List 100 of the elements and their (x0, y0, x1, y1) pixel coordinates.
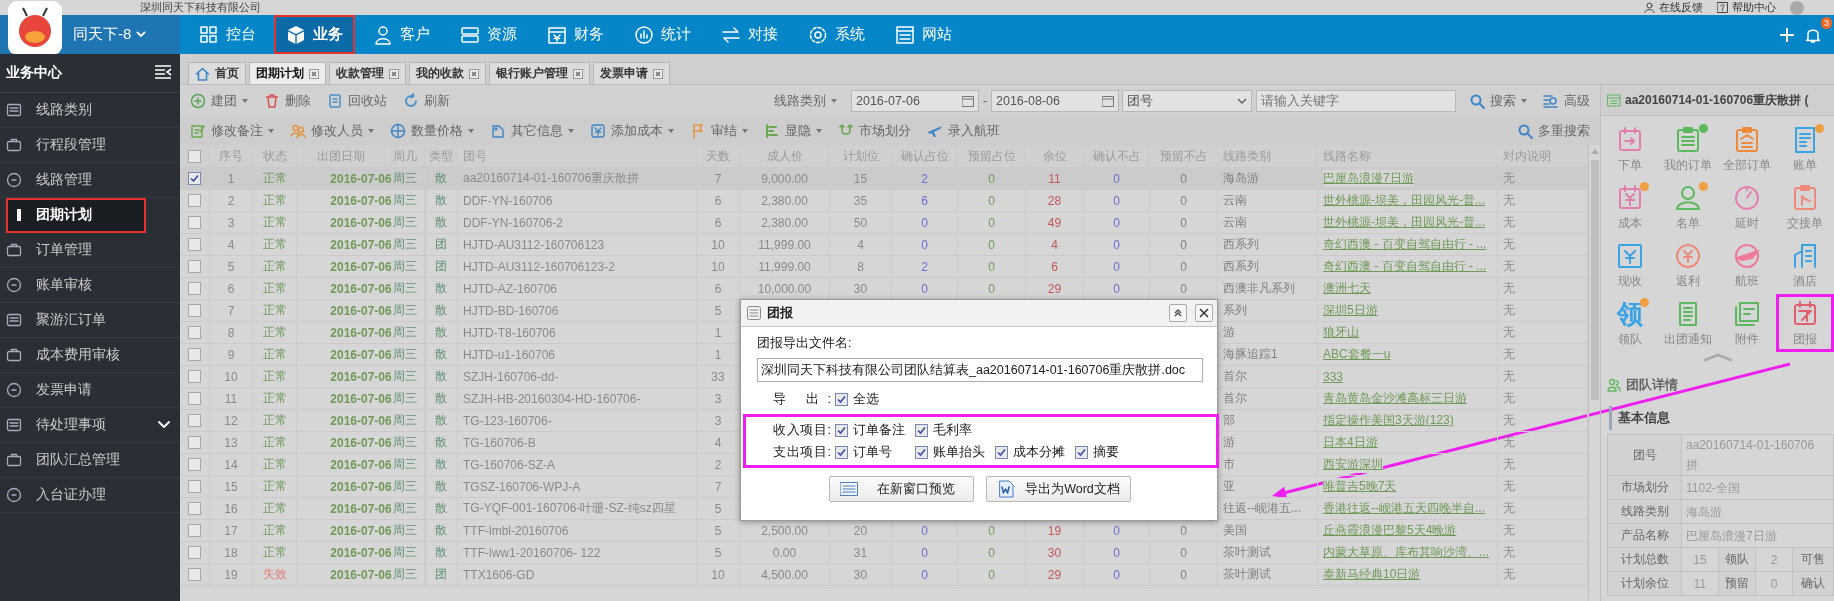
nav-tab[interactable]: 对接 (709, 15, 790, 54)
sidebar-item[interactable]: 团期计划 (6, 198, 146, 233)
top-link[interactable]: 帮助中心 (1732, 0, 1776, 15)
route-link[interactable]: 奇幻西澳 - 百变自驾自由行 - ... (1323, 236, 1487, 253)
toolbar-button[interactable]: 建团 (188, 92, 250, 110)
toolbar-button[interactable]: 录入航班 (925, 122, 1002, 140)
action-button[interactable]: 全部订单 (1717, 120, 1776, 178)
route-link[interactable]: 西安游深圳 (1323, 456, 1383, 473)
option-checkbox[interactable]: 订单号 (835, 443, 915, 461)
toolbar-button[interactable]: 市场划分 (836, 122, 913, 140)
sidebar-item[interactable]: 订单管理 (0, 233, 180, 268)
sidebar-item[interactable]: 待处理事项 (0, 408, 180, 443)
route-link[interactable]: 狼牙山 (1323, 324, 1359, 341)
checkbox[interactable] (995, 445, 1008, 459)
nav-tab[interactable]: 业务 (274, 15, 355, 54)
toolbar-button[interactable]: 修改备注 (188, 122, 276, 140)
scrollbar[interactable] (1588, 145, 1600, 601)
avatar[interactable] (1790, 0, 1804, 15)
route-link[interactable]: 巴厘岛浪漫7日游 (1323, 170, 1414, 187)
keyword-field[interactable]: 请输入关键字 (1256, 90, 1456, 112)
option-checkbox[interactable]: 毛利率 (915, 421, 995, 439)
collapse-button[interactable] (1169, 304, 1187, 322)
row-checkbox[interactable] (188, 524, 201, 537)
row-checkbox[interactable] (188, 392, 201, 405)
checkbox[interactable] (835, 445, 848, 459)
action-button[interactable]: 领 领队 (1601, 294, 1660, 352)
sidebar-item[interactable]: 发票申请 (0, 373, 180, 408)
row-checkbox[interactable] (188, 348, 201, 361)
route-link[interactable]: 世外桃源-坝美，田园风光-普... (1323, 214, 1485, 231)
sidebar-item[interactable]: 团队汇总管理 (0, 443, 180, 478)
close-icon[interactable] (469, 68, 479, 79)
nav-tab[interactable]: 财务 (535, 15, 616, 54)
row-checkbox[interactable] (188, 436, 201, 449)
sidebar-item[interactable]: 聚游汇订单 (0, 303, 180, 338)
page-tab[interactable]: 首页 (188, 62, 246, 84)
nav-tab[interactable]: 控台 (187, 15, 268, 54)
row-checkbox[interactable] (188, 414, 201, 427)
select-all-checkbox[interactable] (188, 149, 201, 163)
date-field[interactable]: 2016-08-06 (991, 90, 1119, 112)
route-link[interactable]: 唯普吉5晚7天 (1323, 478, 1397, 495)
route-link[interactable]: ABC套餐一u (1323, 346, 1391, 363)
dialog-button[interactable]: 导出为Word文档 (986, 476, 1131, 502)
action-button[interactable]: 成本 (1601, 178, 1660, 236)
action-button[interactable]: 现收 (1601, 236, 1660, 294)
route-link[interactable]: 奇幻西澳 - 百变自驾自由行 - ... (1323, 258, 1487, 275)
route-link[interactable]: 深圳5日游 (1323, 302, 1378, 319)
action-button[interactable]: 航班 (1717, 236, 1776, 294)
close-icon[interactable] (389, 68, 399, 79)
row-checkbox[interactable] (188, 546, 201, 559)
option-checkbox[interactable]: 成本分摊 (995, 443, 1075, 461)
toolbar-button[interactable]: 添加成本 (588, 122, 676, 140)
row-checkbox[interactable] (188, 216, 201, 229)
close-button[interactable] (1195, 304, 1213, 322)
page-tab[interactable]: 发票申请 (593, 62, 670, 84)
toolbar-button[interactable]: 数量价格 (388, 122, 476, 140)
option-checkbox[interactable]: 订单备注 (835, 421, 915, 439)
category-dropdown[interactable]: 线路类别 (772, 92, 839, 110)
advanced-search-button[interactable]: 高级 (1541, 92, 1592, 110)
toolbar-button[interactable]: 修改人员 (288, 122, 376, 140)
row-checkbox[interactable] (188, 172, 201, 185)
multi-search-button[interactable]: 多重搜索 (1516, 122, 1592, 140)
route-link[interactable]: 指定操作美国3天游(123) (1323, 412, 1454, 429)
checkbox[interactable] (835, 423, 848, 437)
action-button[interactable]: 返利 (1659, 236, 1718, 294)
action-button[interactable]: 名单 (1659, 178, 1718, 236)
route-link[interactable]: 世外桃源-坝美，田园风光-普... (1323, 192, 1485, 209)
route-link[interactable]: 青岛黄岛金沙滩高标三日游 (1323, 390, 1467, 407)
route-link[interactable]: 澳洲七天 (1323, 280, 1371, 297)
row-checkbox[interactable] (188, 304, 201, 317)
page-tab[interactable]: 我的收款 (409, 62, 486, 84)
top-link[interactable]: 在线反馈 (1659, 0, 1703, 15)
nav-tab[interactable]: 客户 (361, 15, 442, 54)
action-button[interactable]: 交接单 (1775, 178, 1834, 236)
row-checkbox[interactable] (188, 502, 201, 515)
checkbox[interactable] (1075, 445, 1088, 459)
row-checkbox[interactable] (188, 238, 201, 251)
toolbar-button[interactable]: 其它信息 (488, 122, 576, 140)
filename-field[interactable]: 深圳同天下科技有限公司团队结算表_aa20160714-01-160706重庆散拼.doc (757, 358, 1203, 382)
action-button[interactable]: 延时 (1717, 178, 1776, 236)
option-checkbox[interactable]: 摘要 (1075, 443, 1155, 461)
toolbar-button[interactable]: 刷新 (401, 92, 452, 110)
sidebar-item[interactable]: 账单审核 (0, 268, 180, 303)
toolbar-button[interactable]: 审结 (688, 122, 750, 140)
row-checkbox[interactable] (188, 370, 201, 383)
page-tab[interactable]: 银行账户管理 (489, 62, 590, 84)
search-button[interactable]: 搜索 (1468, 92, 1529, 110)
nav-tab[interactable]: 网站 (883, 15, 964, 54)
page-tab[interactable]: 团期计划 (249, 62, 326, 84)
sidebar-item[interactable]: 成本费用审核 (0, 338, 180, 373)
toolbar-button[interactable]: 回收站 (325, 92, 389, 110)
checkbox[interactable] (915, 445, 928, 459)
action-button[interactable]: 我的订单 (1659, 120, 1718, 178)
action-button[interactable]: 出团通知 (1659, 294, 1718, 352)
close-icon[interactable] (573, 68, 583, 79)
route-link[interactable]: 泰新马经典10日游 (1323, 566, 1421, 583)
route-link[interactable]: 香港往返--岘港五天四晚半自... (1323, 500, 1485, 517)
close-icon[interactable] (653, 68, 663, 79)
row-checkbox[interactable] (188, 260, 201, 273)
option-checkbox[interactable]: 全选 (835, 390, 915, 408)
row-checkbox[interactable] (188, 458, 201, 471)
